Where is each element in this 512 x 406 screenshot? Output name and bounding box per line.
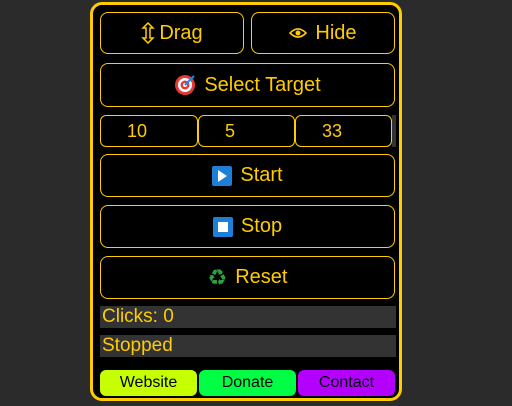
target-icon [174, 74, 196, 96]
stop-label: Stop [240, 215, 283, 237]
drag-button[interactable]: Drag [100, 12, 244, 54]
duration-input[interactable] [295, 115, 392, 147]
autoclicker-panel: Drag Hide Select Target 10 5 33 Start St… [90, 2, 402, 401]
start-label: Start [240, 164, 283, 186]
donate-link[interactable]: Donate [199, 370, 296, 396]
count-input[interactable] [198, 115, 295, 147]
interval-input[interactable] [100, 115, 198, 147]
play-icon [212, 165, 233, 186]
start-button[interactable]: Start [100, 154, 395, 197]
up-down-arrow-icon [141, 22, 156, 44]
clicks-counter: Clicks: 0 [100, 306, 396, 328]
stop-icon [212, 216, 233, 237]
recycle-icon: ♻ [207, 264, 228, 290]
website-link[interactable]: Website [100, 370, 197, 396]
inputs-divider [392, 115, 396, 147]
hide-button[interactable]: Hide [251, 12, 395, 54]
select-target-button[interactable]: Select Target [100, 63, 395, 107]
reset-button[interactable]: ♻ Reset [100, 256, 395, 299]
select-target-label: Select Target [204, 73, 321, 96]
hide-label: Hide [315, 21, 357, 44]
status-text: Stopped [100, 335, 396, 357]
reset-label: Reset [235, 266, 288, 288]
eye-icon [289, 27, 308, 39]
stop-button[interactable]: Stop [100, 205, 395, 248]
contact-link[interactable]: Contact [298, 370, 395, 396]
drag-label: Drag [159, 21, 203, 44]
